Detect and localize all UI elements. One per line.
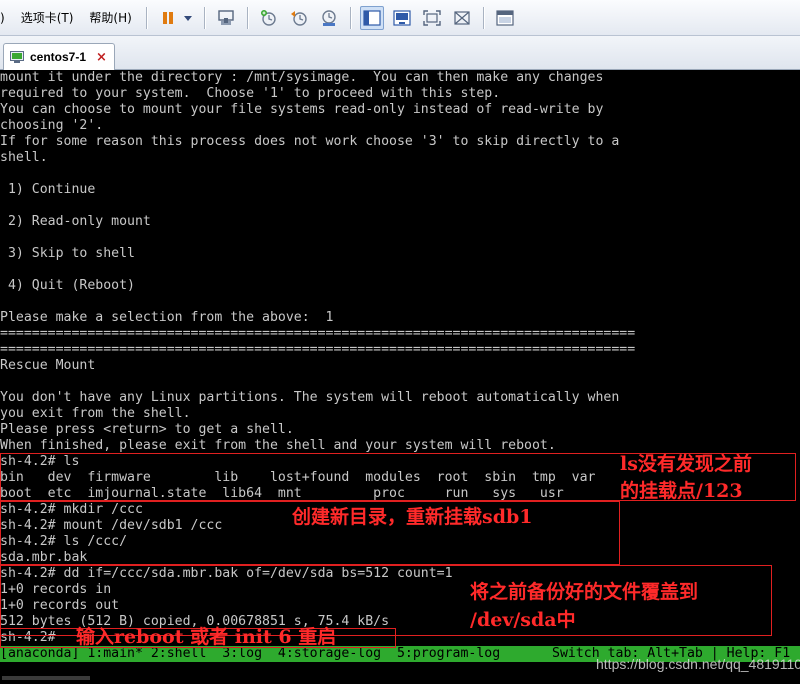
show-console-icon	[363, 9, 381, 26]
fullscreen-icon	[423, 9, 441, 26]
toolbar-divider	[482, 6, 484, 29]
library-view-button[interactable]	[493, 6, 517, 30]
vm-toolbar: ) 选项卡(T) 帮助(H)	[0, 0, 800, 36]
dd-annotation-line2: /dev/sda中	[470, 609, 576, 631]
send-ctrl-alt-del-button[interactable]	[214, 6, 238, 30]
mount-annotation: 创建新目录，重新挂载sdb1	[292, 506, 533, 528]
toolbar-divider	[349, 6, 351, 29]
terminal-line: ========================================…	[0, 326, 636, 341]
unity-button[interactable]	[450, 6, 474, 30]
terminal-line: shell.	[0, 150, 48, 165]
dd-annotation-line1: 将之前备份好的文件覆盖到	[470, 581, 699, 603]
menu-item-cutoff[interactable]: )	[0, 0, 13, 36]
ls-annotation-line1: ls没有发现之前	[620, 453, 752, 475]
snapshot-take-icon	[260, 9, 276, 26]
terminal-line: ========================================…	[0, 342, 636, 357]
terminal-line: bin dev firmware lib lost+found modules …	[0, 470, 596, 485]
quick-switch-button[interactable]	[390, 6, 414, 30]
tab-label: centos7-1	[30, 50, 87, 64]
terminal-line: 1) Continue	[0, 182, 96, 197]
send-ctrl-alt-del-icon	[218, 9, 234, 25]
menu-item-tabs[interactable]: 选项卡(T)	[13, 0, 82, 36]
terminal-line: You don't have any Linux partitions. The…	[0, 390, 620, 405]
ls-annotation-line2: 的挂载点/123	[620, 480, 743, 502]
toolbar-divider	[246, 6, 248, 29]
close-icon[interactable]: ×	[96, 51, 107, 64]
terminal-line: When finished, please exit from the shel…	[0, 438, 556, 453]
terminal-line: Please press <return> to get a shell.	[0, 422, 294, 437]
snapshot-manager-icon	[322, 9, 336, 26]
terminal-line: sh-4.2# mount /dev/sdb1 /ccc	[0, 518, 223, 533]
terminal-line: sda.mbr.bak	[0, 550, 88, 565]
terminal-line: 3) Skip to shell	[0, 246, 135, 261]
terminal-line: You can choose to mount your file system…	[0, 102, 604, 117]
show-console-button[interactable]	[359, 5, 384, 30]
terminal-line: 2) Read-only mount	[0, 214, 151, 229]
terminal-line: choosing '2'.	[0, 118, 104, 133]
vm-icon	[10, 50, 24, 63]
pause-button[interactable]	[156, 6, 180, 30]
terminal-line: sh-4.2# mkdir /ccc	[0, 502, 143, 517]
menu-item-help[interactable]: 帮助(H)	[81, 0, 139, 36]
terminal-line: boot etc imjournal.state lib64 mnt proc …	[0, 486, 564, 501]
library-view-icon	[496, 9, 514, 26]
revert-snapshot-button[interactable]	[287, 6, 311, 30]
watermark: https://blog.csdn.net/qq_48191100	[596, 656, 800, 672]
terminal-line: 4) Quit (Reboot)	[0, 278, 135, 293]
vm-console-screen[interactable]: mount it under the directory : /mnt/sysi…	[0, 70, 800, 646]
terminal-line: sh-4.2# dd if=/ccc/sda.mbr.bak of=/dev/s…	[0, 566, 453, 581]
toolbar-divider	[145, 6, 147, 29]
terminal-line: Please make a selection from the above: …	[0, 310, 334, 325]
take-snapshot-button[interactable]	[257, 6, 281, 30]
reboot-annotation: 输入reboot 或者 init 6 重启	[76, 626, 337, 648]
terminal-line: required to your system. Choose '1' to p…	[0, 86, 501, 101]
terminal-line: Rescue Mount	[0, 358, 96, 373]
terminal-line: mount it under the directory : /mnt/sysi…	[0, 70, 604, 85]
toolbar-divider	[203, 6, 205, 29]
terminal-line: sh-4.2# ls /ccc/	[0, 534, 128, 549]
terminal-line: 1+0 records out	[0, 598, 120, 613]
tab-centos7-1[interactable]: centos7-1 ×	[3, 43, 115, 70]
power-dropdown-button[interactable]	[181, 6, 195, 30]
scroll-hint	[2, 676, 90, 680]
snapshot-manager-button[interactable]	[317, 6, 341, 30]
dropdown-arrow-icon	[183, 15, 192, 21]
vm-tab-bar: centos7-1 ×	[0, 36, 800, 70]
pause-icon	[162, 11, 173, 24]
terminal-line: sh-4.2#	[0, 630, 64, 645]
terminal-line: sh-4.2# ls	[0, 454, 80, 469]
terminal-line: If for some reason this process does not…	[0, 134, 620, 149]
snapshot-revert-icon	[290, 10, 307, 26]
terminal-line: 1+0 records in	[0, 582, 112, 597]
unity-icon	[454, 10, 470, 25]
fullscreen-button[interactable]	[420, 6, 444, 30]
terminal-line: you exit from the shell.	[0, 406, 191, 421]
quick-switch-icon	[393, 9, 411, 26]
